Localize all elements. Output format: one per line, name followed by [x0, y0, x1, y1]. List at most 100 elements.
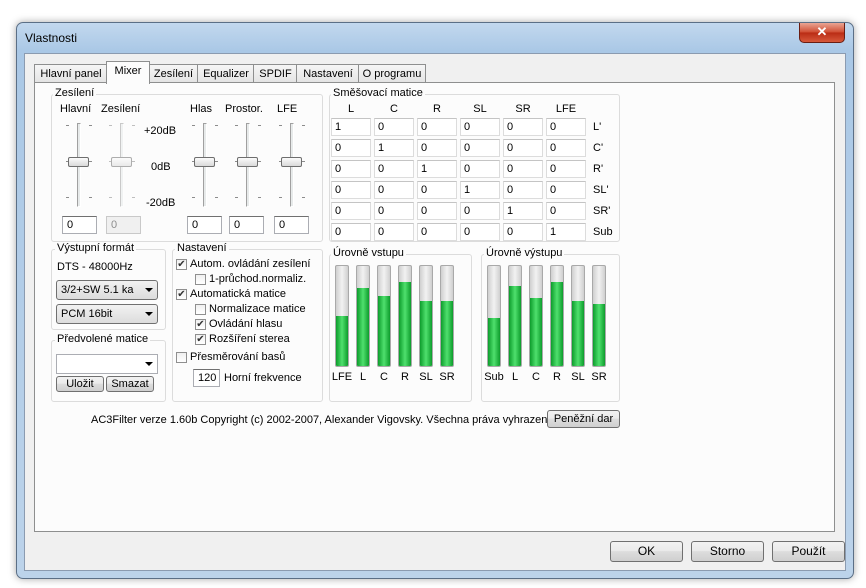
auto-matrix-label: Automatická matice — [190, 288, 286, 300]
matrix-cell[interactable]: 1 — [331, 118, 371, 136]
matrix-cell[interactable]: 0 — [503, 118, 543, 136]
chevron-down-icon — [145, 288, 153, 292]
matrix-cell[interactable]: 0 — [331, 181, 371, 199]
speakers-select[interactable]: 3/2+SW 5.1 ka — [56, 280, 158, 300]
apply-button[interactable]: Použít — [772, 541, 845, 562]
tab-mixer[interactable]: Mixer — [106, 61, 150, 84]
matrix-cell[interactable]: 0 — [417, 181, 457, 199]
matrix-cell[interactable]: 0 — [331, 202, 371, 220]
matrix-cell[interactable]: 0 — [546, 160, 586, 178]
crossover-input[interactable]: 120 — [193, 369, 220, 387]
slider-thumb — [111, 157, 132, 167]
slider-thumb[interactable] — [68, 157, 89, 167]
auto-gain-check[interactable]: ✔ — [176, 259, 187, 270]
gain-surround-value[interactable]: 0 — [229, 216, 264, 234]
input-level-meters: LFE L C R SL SR — [332, 265, 469, 400]
cancel-button[interactable]: Storno — [691, 541, 764, 562]
matrix-cell[interactable]: 0 — [417, 118, 457, 136]
matrix-cell[interactable]: 1 — [546, 223, 586, 241]
slider-thumb[interactable] — [194, 157, 215, 167]
matrix-cell[interactable]: 1 — [503, 202, 543, 220]
close-button[interactable]: ✕ — [799, 23, 845, 43]
voice-control-check[interactable]: ✔ — [195, 319, 206, 330]
auto-gain-label: Autom. ovládání zesílení — [190, 258, 311, 270]
save-preset-button[interactable]: Uložit — [56, 376, 104, 392]
input-meter-fill — [378, 296, 390, 366]
matrix-row-label: L' — [593, 121, 602, 133]
matrix-cell[interactable]: 1 — [460, 181, 500, 199]
matrix-cell[interactable]: 0 — [331, 160, 371, 178]
one-pass-label: 1-průchod.normaliz. — [209, 273, 307, 285]
presets-title: Předvolené matice — [55, 333, 151, 345]
gain-col-surround: Prostor. — [225, 103, 263, 115]
gain-lfe-value[interactable]: 0 — [274, 216, 309, 234]
matrix-cell[interactable]: 0 — [460, 202, 500, 220]
tab-main-panel[interactable]: Hlavní panel — [34, 64, 108, 83]
gain-voice-value[interactable]: 0 — [187, 216, 222, 234]
matrix-cell[interactable]: 0 — [503, 139, 543, 157]
donate-button[interactable]: Peněžní dar — [547, 410, 620, 428]
slider-thumb[interactable] — [281, 157, 302, 167]
one-pass-check[interactable] — [195, 274, 206, 285]
matrix-cell[interactable]: 0 — [374, 202, 414, 220]
output-meter-fill — [488, 318, 500, 366]
matrix-cell[interactable]: 0 — [331, 139, 371, 157]
matrix-cell[interactable]: 0 — [503, 160, 543, 178]
slider-thumb[interactable] — [237, 157, 258, 167]
input-levels-title: Úrovně vstupu — [331, 247, 406, 259]
matrix-cell[interactable]: 0 — [503, 223, 543, 241]
gain-col-lfe: LFE — [277, 103, 298, 115]
gain-col-gain: Zesílení — [101, 103, 141, 115]
slider-voice[interactable] — [188, 119, 222, 209]
matrix-cell[interactable]: 0 — [546, 118, 586, 136]
matrix-cell[interactable]: 0 — [417, 223, 457, 241]
matrix-cell[interactable]: 1 — [417, 160, 457, 178]
slider-main[interactable] — [62, 119, 96, 209]
voice-control-label: Ovládání hlasu — [209, 318, 283, 330]
input-meter — [440, 265, 454, 367]
auto-matrix-check[interactable]: ✔ — [176, 289, 187, 300]
matrix-cell[interactable]: 0 — [546, 139, 586, 157]
matrix-cell[interactable]: 0 — [417, 139, 457, 157]
matrix-cell[interactable]: 0 — [546, 202, 586, 220]
tab-about[interactable]: O programu — [358, 64, 426, 83]
stereo-expand-check[interactable]: ✔ — [195, 334, 206, 345]
input-meter-fill — [399, 282, 411, 366]
input-meter — [419, 265, 433, 367]
ok-button[interactable]: OK — [610, 541, 683, 562]
input-meter — [335, 265, 349, 367]
sample-format-select[interactable]: PCM 16bit — [56, 304, 158, 324]
preset-select[interactable] — [56, 354, 158, 374]
matrix-cell[interactable]: 1 — [374, 139, 414, 157]
tab-spdif[interactable]: SPDIF — [253, 64, 298, 83]
matrix-cell[interactable]: 0 — [460, 118, 500, 136]
matrix-row-label: C' — [593, 142, 604, 154]
mixer-panel: Zesílení Hlavní Zesílení Hlas Prostor. L… — [34, 82, 835, 532]
input-meter-label: SR — [439, 371, 455, 383]
matrix-cell[interactable]: 0 — [546, 181, 586, 199]
window-title: Vlastnosti — [25, 31, 78, 45]
tab-gain[interactable]: Zesílení — [148, 64, 199, 83]
matrix-cell[interactable]: 0 — [331, 223, 371, 241]
tab-settings[interactable]: Nastavení — [296, 64, 360, 83]
matrix-row-label: SR' — [593, 205, 611, 217]
delete-preset-button[interactable]: Smazat — [106, 376, 154, 392]
matrix-cell[interactable]: 0 — [417, 202, 457, 220]
matrix-cell[interactable]: 0 — [460, 223, 500, 241]
slider-surround[interactable] — [231, 119, 265, 209]
matrix-cell[interactable]: 0 — [374, 160, 414, 178]
matrix-cell[interactable]: 0 — [374, 181, 414, 199]
gain-main-value[interactable]: 0 — [62, 216, 97, 234]
tab-equalizer[interactable]: Equalizer — [197, 64, 255, 83]
matrix-cell[interactable]: 0 — [374, 223, 414, 241]
input-meter-fill — [357, 288, 369, 366]
normalize-matrix-check[interactable] — [195, 304, 206, 315]
matrix-cell[interactable]: 0 — [374, 118, 414, 136]
bass-redirect-check[interactable] — [176, 352, 187, 363]
matrix-cell[interactable]: 0 — [460, 160, 500, 178]
matrix-cell[interactable]: 0 — [460, 139, 500, 157]
matrix-cell[interactable]: 0 — [503, 181, 543, 199]
slider-lfe[interactable] — [275, 119, 309, 209]
output-level-meters: Sub L C R SL SR — [484, 265, 621, 400]
chevron-down-icon — [145, 312, 153, 316]
